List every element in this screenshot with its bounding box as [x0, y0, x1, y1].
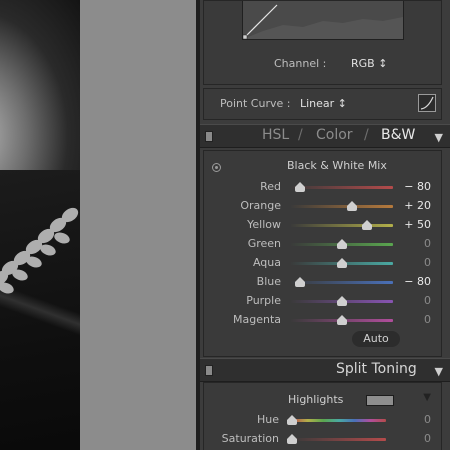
slider-track[interactable] — [290, 224, 393, 227]
slider-value[interactable]: 0 — [424, 313, 431, 326]
split-toning-section: Highlights ▼ Hue 0 Saturation 0 — [203, 382, 442, 450]
tab-color[interactable]: Color — [316, 127, 353, 143]
slider-label: Red — [260, 180, 281, 193]
slider-row-purple: Purple 0 — [204, 292, 441, 311]
slider-thumb[interactable] — [287, 415, 297, 425]
slider-thumb[interactable] — [336, 296, 347, 306]
slider-track[interactable] — [290, 281, 393, 284]
point-curve-row: Point Curve : Linear ↕ — [203, 88, 442, 120]
tab-bw[interactable]: B&W — [381, 127, 415, 143]
tone-curve-section: Channel : RGB ↕ — [203, 0, 442, 85]
slider-label: Magenta — [232, 313, 281, 326]
highlights-color-swatch[interactable] — [366, 395, 394, 406]
photo-preview — [0, 0, 80, 450]
slider-thumb[interactable] — [362, 220, 373, 230]
triangle-down-icon[interactable]: ▼ — [435, 131, 443, 144]
slider-row-magenta: Magenta 0 — [204, 311, 441, 330]
channel-label: Channel : — [274, 57, 327, 70]
slider-label: Aqua — [252, 256, 281, 269]
slider-value[interactable]: + 20 — [404, 199, 431, 212]
slider-label: Hue — [256, 413, 279, 426]
slider-row-yellow: Yellow + 50 — [204, 216, 441, 235]
highlights-label: Highlights — [288, 393, 344, 406]
slider-value[interactable]: + 50 — [404, 218, 431, 231]
targeted-adjustment-icon[interactable] — [212, 163, 221, 172]
slider-label: Orange — [240, 199, 281, 212]
slider-row-red: Red − 80 — [204, 178, 441, 197]
tab-hsl[interactable]: HSL — [262, 127, 289, 143]
channel-select[interactable]: RGB ↕ — [351, 57, 387, 70]
slider-track[interactable] — [292, 419, 386, 422]
slider-label: Green — [247, 237, 281, 250]
split-toning-title: Split Toning — [336, 361, 417, 377]
slider-label: Yellow — [247, 218, 281, 231]
slider-thumb[interactable] — [295, 277, 306, 287]
panel-switch-icon[interactable] — [205, 365, 213, 376]
tone-curve-graph[interactable] — [242, 1, 404, 40]
collapse-triangle-icon[interactable]: ▼ — [423, 392, 431, 403]
slider-value[interactable]: − 80 — [404, 275, 431, 288]
slider-value[interactable]: 0 — [424, 432, 431, 445]
split-toning-header[interactable]: Split Toning ▼ — [200, 358, 450, 382]
auto-button[interactable]: Auto — [352, 331, 400, 347]
slider-track[interactable] — [290, 205, 393, 208]
bw-mix-section: Black & White Mix Red − 80 Orange + 20 Yello… — [203, 150, 442, 357]
slider-thumb[interactable] — [287, 434, 297, 444]
slider-thumb[interactable] — [336, 258, 347, 268]
tab-separator: / — [298, 127, 303, 143]
slider-track[interactable] — [292, 438, 386, 441]
canvas-background — [80, 0, 196, 450]
slider-value[interactable]: 0 — [424, 413, 431, 426]
tab-separator: / — [364, 127, 369, 143]
slider-label: Blue — [256, 275, 281, 288]
slider-row-saturation: Saturation 0 — [204, 430, 441, 449]
slider-value[interactable]: 0 — [424, 294, 431, 307]
slider-track[interactable] — [290, 186, 393, 189]
slider-thumb[interactable] — [346, 201, 357, 211]
slider-row-green: Green 0 — [204, 235, 441, 254]
slider-thumb[interactable] — [295, 182, 306, 192]
slider-value[interactable]: 0 — [424, 237, 431, 250]
triangle-down-icon[interactable]: ▼ — [435, 365, 443, 378]
slider-row-hue: Hue 0 — [204, 411, 441, 430]
bw-mix-title: Black & White Mix — [287, 159, 387, 172]
slider-value[interactable]: 0 — [424, 256, 431, 269]
point-curve-label: Point Curve : — [220, 97, 291, 110]
develop-panel: Channel : RGB ↕ Point Curve : Linear ↕ H… — [200, 0, 450, 450]
panel-switch-icon[interactable] — [205, 131, 213, 142]
slider-label: Saturation — [221, 432, 279, 445]
point-curve-select[interactable]: Linear ↕ — [300, 97, 347, 110]
slider-value[interactable]: − 80 — [404, 180, 431, 193]
point-curve-edit-icon[interactable] — [418, 94, 436, 112]
photo-embroidery — [0, 207, 79, 294]
slider-row-orange: Orange + 20 — [204, 197, 441, 216]
slider-label: Purple — [246, 294, 281, 307]
slider-row-aqua: Aqua 0 — [204, 254, 441, 273]
slider-thumb[interactable] — [336, 239, 347, 249]
slider-thumb[interactable] — [336, 315, 347, 325]
slider-row-blue: Blue − 80 — [204, 273, 441, 292]
hsl-color-bw-header[interactable]: HSL / Color / B&W ▼ — [200, 124, 450, 148]
